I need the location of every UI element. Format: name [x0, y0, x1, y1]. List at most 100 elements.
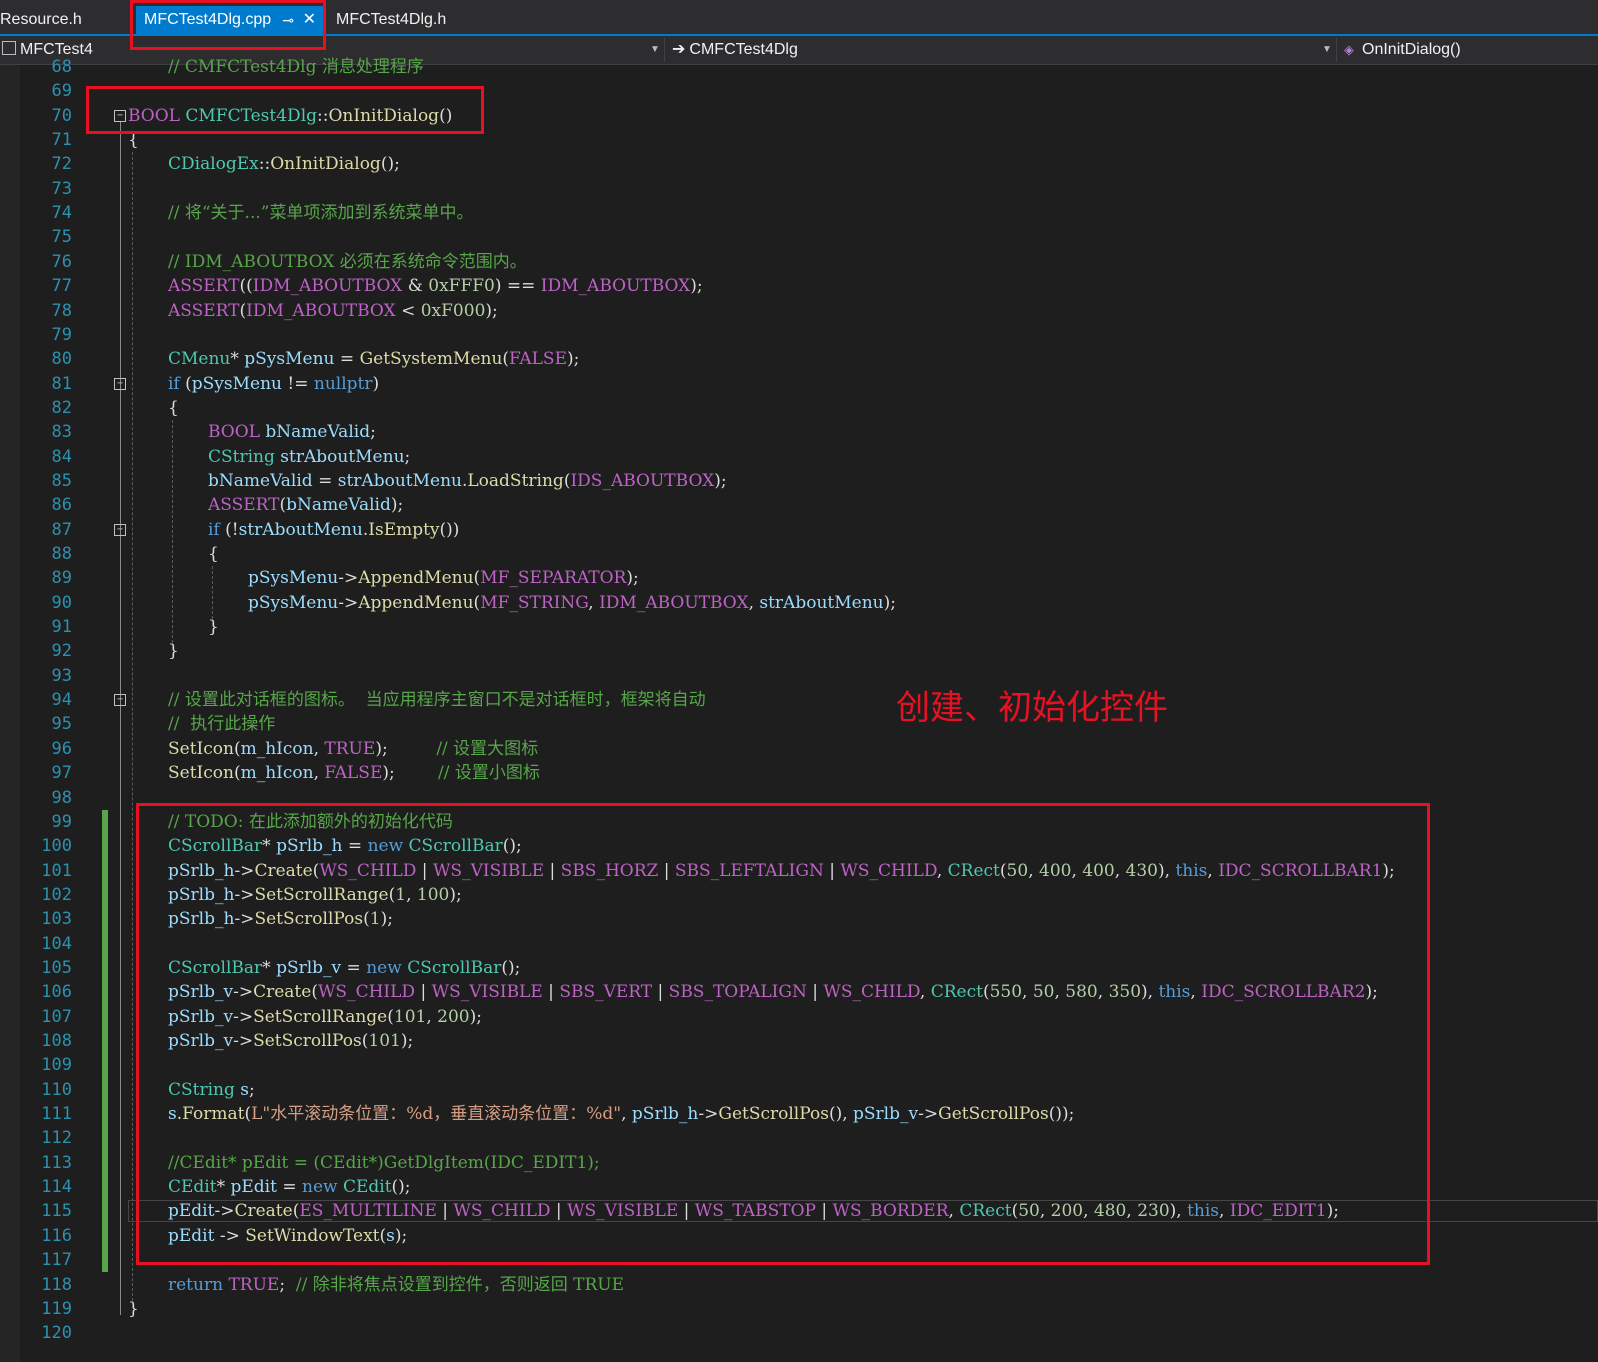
line-number: 87	[51, 519, 72, 540]
line-number: 95	[51, 714, 72, 735]
code-line[interactable]: 85 bNameValid = strAboutMenu.LoadString(I…	[0, 469, 1598, 493]
line-number: 103	[41, 909, 72, 930]
indent-guide	[132, 152, 133, 1301]
code-text: ASSERT(IDM_ABOUTBOX < 0xF000);	[168, 300, 498, 321]
code-line[interactable]: 84 CString strAboutMenu;	[0, 445, 1598, 469]
tab-mfctest4dlg-h[interactable]: MFCTest4Dlg.h	[336, 6, 446, 34]
line-number: 93	[51, 665, 72, 686]
line-number: 72	[51, 154, 72, 175]
code-line[interactable]: 95 // 执行此操作	[0, 712, 1598, 736]
line-number: 76	[51, 251, 72, 272]
code-text: {	[168, 397, 179, 418]
line-number: 108	[41, 1031, 72, 1051]
line-number: 68	[51, 57, 72, 77]
line-number: 94	[51, 690, 72, 711]
code-text: }	[208, 617, 219, 638]
code-line[interactable]: 73	[0, 177, 1598, 201]
line-number: 92	[51, 641, 72, 662]
line-number: 89	[51, 568, 72, 589]
code-text: pSysMenu->AppendMenu(MF_STRING, IDM_ABOU…	[248, 592, 896, 613]
line-number: 80	[51, 349, 72, 370]
code-line[interactable]: 120	[0, 1321, 1598, 1345]
code-line[interactable]: 68 // CMFCTest4Dlg 消息处理程序	[0, 55, 1598, 79]
line-number: 96	[51, 738, 72, 759]
code-line[interactable]: 96 SetIcon(m_hIcon, TRUE); // 设置大图标	[0, 737, 1598, 761]
tab-label: MFCTest4Dlg.h	[336, 11, 447, 28]
code-line[interactable]: 94 − // 设置此对话框的图标。 当应用程序主窗口不是对话框时，框架将自动	[0, 688, 1598, 712]
line-number: 99	[51, 811, 72, 832]
code-line[interactable]: 89 pSysMenu->AppendMenu(MF_SEPARATOR);	[0, 566, 1598, 590]
code-line[interactable]: 87 − if (!strAboutMenu.IsEmpty())	[0, 518, 1598, 542]
code-text: CString strAboutMenu;	[208, 446, 411, 467]
line-number: 85	[51, 470, 72, 491]
code-text: // 设置此对话框的图标。 当应用程序主窗口不是对话框时，框架将自动	[168, 690, 706, 711]
code-block-highlight-box	[136, 803, 1430, 1265]
line-number: 113	[41, 1152, 72, 1173]
code-line[interactable]: 76 // IDM_ABOUTBOX 必须在系统命令范围内。	[0, 250, 1598, 274]
code-text: // 将“关于...”菜单项添加到系统菜单中。	[168, 203, 474, 224]
code-line[interactable]: 93	[0, 664, 1598, 688]
code-line[interactable]: 78 ASSERT(IDM_ABOUTBOX < 0xF000);	[0, 299, 1598, 323]
annotation-text: 创建、初始化控件	[896, 688, 1168, 728]
code-line[interactable]: 72 CDialogEx::OnInitDialog();	[0, 152, 1598, 176]
code-line[interactable]: 74 // 将“关于...”菜单项添加到系统菜单中。	[0, 201, 1598, 225]
code-line[interactable]: 79	[0, 323, 1598, 347]
line-number: 75	[51, 227, 72, 248]
line-number: 69	[51, 81, 72, 102]
line-number: 101	[41, 860, 72, 881]
code-line[interactable]: 86 ASSERT(bNameValid);	[0, 493, 1598, 517]
line-number: 70	[51, 105, 72, 126]
code-line[interactable]: 118 return TRUE; // 除非将焦点设置到控件，否则返回 TRUE	[0, 1273, 1598, 1297]
code-text: CMenu* pSysMenu = GetSystemMenu(FALSE);	[168, 349, 580, 370]
line-number: 83	[51, 422, 72, 443]
line-number: 115	[41, 1201, 72, 1222]
code-line[interactable]: 97 SetIcon(m_hIcon, FALSE); // 设置小图标	[0, 761, 1598, 785]
tab-resource-h[interactable]: Resource.h	[0, 6, 82, 34]
code-text: // IDM_ABOUTBOX 必须在系统命令范围内。	[168, 251, 527, 272]
collapse-icon[interactable]: −	[114, 523, 126, 536]
line-number: 77	[51, 276, 72, 297]
line-number: 71	[51, 130, 72, 151]
code-text: ASSERT((IDM_ABOUTBOX & 0xFFF0) == IDM_AB…	[168, 276, 703, 297]
line-number: 88	[51, 544, 72, 564]
line-number: 84	[51, 446, 72, 467]
indent-guide	[172, 420, 173, 644]
code-line[interactable]: 80 CMenu* pSysMenu = GetSystemMenu(FALSE)…	[0, 347, 1598, 371]
collapse-icon[interactable]: −	[114, 694, 126, 707]
code-text: pSysMenu->AppendMenu(MF_SEPARATOR);	[248, 568, 639, 589]
line-number: 105	[41, 957, 72, 978]
code-text: }	[168, 641, 179, 662]
code-line[interactable]: 88 {	[0, 542, 1598, 566]
code-text: }	[128, 1298, 139, 1319]
line-number: 116	[41, 1225, 72, 1246]
code-text: SetIcon(m_hIcon, FALSE); // 设置小图标	[168, 763, 540, 784]
code-line[interactable]: 82 {	[0, 396, 1598, 420]
code-text: BOOL bNameValid;	[208, 422, 376, 443]
line-number: 110	[41, 1079, 72, 1100]
code-text: return TRUE; // 除非将焦点设置到控件，否则返回 TRUE	[168, 1274, 625, 1295]
tab-label: Resource.h	[0, 11, 82, 28]
code-text: bNameValid = strAboutMenu.LoadString(IDS…	[208, 470, 727, 491]
indent-guide	[212, 566, 213, 620]
line-number: 100	[41, 836, 72, 857]
code-line[interactable]: 81 − if (pSysMenu != nullptr)	[0, 372, 1598, 396]
line-number: 109	[41, 1055, 72, 1076]
code-line[interactable]: 91}	[0, 615, 1598, 639]
code-line[interactable]: 75	[0, 225, 1598, 249]
code-line[interactable]: 119}	[0, 1297, 1598, 1321]
code-text: {	[208, 544, 219, 564]
collapse-icon[interactable]: −	[114, 377, 126, 390]
project-icon	[2, 41, 16, 55]
code-line[interactable]: 83 BOOL bNameValid;	[0, 420, 1598, 444]
line-number: 86	[51, 495, 72, 516]
code-line[interactable]: 90 pSysMenu->AppendMenu(MF_STRING, IDM_AB…	[0, 591, 1598, 615]
line-number: 73	[51, 178, 72, 199]
code-line[interactable]: 77 ASSERT((IDM_ABOUTBOX & 0xFFF0) == IDM_…	[0, 274, 1598, 298]
line-number: 104	[41, 933, 72, 954]
line-number: 97	[51, 763, 72, 784]
code-text: if (!strAboutMenu.IsEmpty())	[208, 519, 460, 540]
line-number: 112	[41, 1128, 72, 1149]
line-number: 90	[51, 592, 72, 613]
code-line[interactable]: 92}	[0, 639, 1598, 663]
line-number: 98	[51, 787, 72, 808]
